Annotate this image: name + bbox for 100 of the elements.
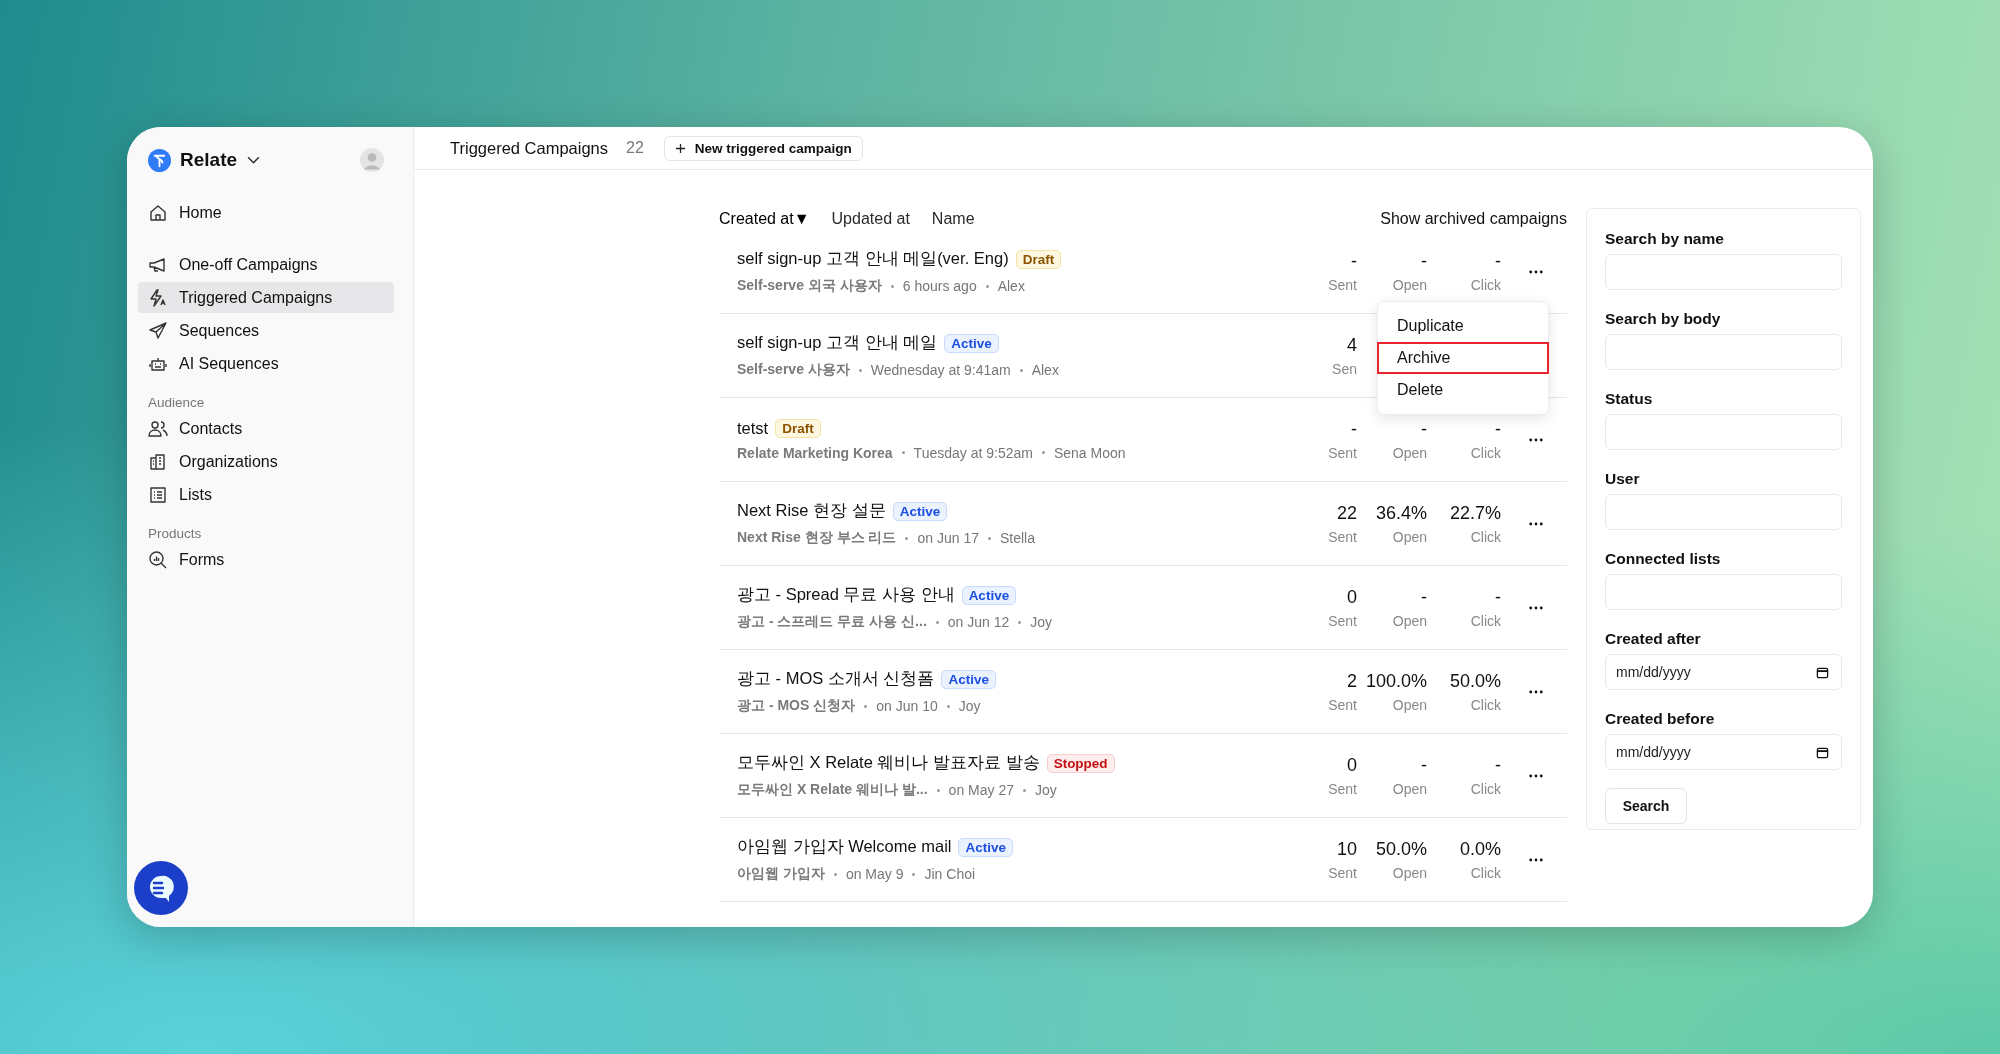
input-field[interactable] bbox=[1605, 254, 1842, 290]
campaign-author: Alex bbox=[1031, 362, 1059, 378]
field-label: User bbox=[1605, 470, 1641, 488]
separator-dot-icon bbox=[1019, 368, 1023, 372]
building-icon bbox=[148, 451, 168, 472]
sort-option[interactable]: Name bbox=[931, 210, 975, 228]
more-icon[interactable] bbox=[1529, 269, 1543, 274]
show-archived-link[interactable]: Show archived campaigns bbox=[1380, 210, 1567, 228]
lightning-icon bbox=[148, 287, 168, 308]
status-badge: Active bbox=[892, 501, 948, 521]
audience-name: Next Rise 현장 부스 리드 bbox=[737, 529, 897, 547]
field-label: Search by name bbox=[1605, 230, 1725, 248]
more-icon[interactable] bbox=[1529, 857, 1543, 862]
campaign-name[interactable]: 아임웹 가입자 Welcome mail bbox=[737, 836, 952, 858]
stat-label: Open bbox=[1392, 528, 1427, 545]
stat-value: - bbox=[1421, 586, 1427, 608]
menu-item[interactable]: Delete bbox=[1377, 374, 1549, 406]
stat-label: Sent bbox=[1328, 780, 1357, 797]
stat-value: - bbox=[1421, 754, 1427, 776]
input-field[interactable] bbox=[1605, 334, 1842, 370]
stat-label: Click bbox=[1470, 696, 1501, 713]
campaign-name[interactable]: Next Rise 현장 설문 bbox=[737, 500, 886, 522]
input-field[interactable] bbox=[1605, 414, 1842, 450]
campaign-author: Joy bbox=[958, 698, 981, 714]
menu-item[interactable]: Archive bbox=[1377, 342, 1549, 374]
sidebar-item[interactable]: Triggered Campaigns bbox=[138, 282, 394, 313]
more-icon[interactable] bbox=[1529, 437, 1543, 442]
stat-label: Open bbox=[1392, 444, 1427, 461]
sidebar-item[interactable]: Sequences bbox=[138, 315, 394, 346]
stat-label: Sent bbox=[1328, 696, 1357, 713]
audience-name: Self-serve 사용자 bbox=[737, 361, 850, 379]
sidebar-item[interactable]: Contacts bbox=[138, 413, 394, 444]
campaign-author: Jin Choi bbox=[924, 866, 976, 882]
stat-value: 22 bbox=[1336, 502, 1357, 524]
sort-option[interactable]: Created at▼ bbox=[719, 210, 810, 228]
sidebar-item[interactable]: AI Sequences bbox=[138, 348, 394, 379]
campaign-name[interactable]: self sign-up 고객 안내 메일 bbox=[737, 332, 938, 354]
input-field[interactable] bbox=[1605, 494, 1842, 530]
more-icon[interactable] bbox=[1529, 521, 1543, 526]
separator-dot-icon bbox=[988, 536, 991, 540]
stat-value: - bbox=[1495, 586, 1501, 608]
campaign-author: Joy bbox=[1034, 782, 1057, 798]
separator-dot-icon bbox=[912, 872, 916, 876]
stat-value: 0 bbox=[1347, 586, 1357, 608]
more-icon[interactable] bbox=[1529, 605, 1543, 610]
campaign-author: Alex bbox=[997, 278, 1025, 294]
campaign-name[interactable]: 모두싸인 X Relate 웨비나 발표자료 발송 bbox=[737, 752, 1040, 774]
sidebar-item[interactable]: One-off Campaigns bbox=[138, 249, 394, 280]
campaign-name[interactable]: self sign-up 고객 안내 메일(ver. Eng) bbox=[737, 248, 1009, 270]
campaign-author: Stella bbox=[1000, 530, 1035, 546]
field-label: Connected lists bbox=[1605, 550, 1722, 568]
audience-name: 광고 - 스프레드 무료 사용 신... bbox=[737, 613, 927, 631]
field-label: Status bbox=[1605, 390, 1654, 408]
field-label: Created after bbox=[1605, 630, 1702, 648]
sidebar-item[interactable]: Organizations bbox=[138, 446, 394, 477]
chat-bubble-button[interactable] bbox=[134, 861, 188, 915]
stat-value: - bbox=[1351, 250, 1357, 272]
campaign-name[interactable]: 광고 - MOS 소개서 신청폼 bbox=[737, 668, 935, 690]
new-campaign-button[interactable]: New triggered campaign bbox=[663, 135, 863, 161]
campaign-name[interactable]: 광고 - Spread 무료 사용 안내 bbox=[737, 584, 955, 606]
search-button[interactable]: Search bbox=[1605, 788, 1687, 824]
sort-option[interactable]: Updated at bbox=[831, 210, 910, 228]
campaign-date: on May 9 bbox=[845, 866, 904, 882]
stat-label: Open bbox=[1392, 696, 1427, 713]
campaign-date: on May 27 bbox=[948, 782, 1014, 798]
stat-label: Sent bbox=[1328, 864, 1357, 881]
menu-item[interactable]: Duplicate bbox=[1377, 310, 1549, 342]
input-field[interactable] bbox=[1605, 574, 1842, 610]
separator-dot-icon bbox=[833, 872, 837, 876]
stat-value: 50.0% bbox=[1375, 838, 1427, 860]
audience-name: Relate Marketing Korea bbox=[737, 444, 893, 461]
workspace-name[interactable]: Relate bbox=[180, 149, 238, 171]
chevron-down-icon[interactable] bbox=[247, 155, 261, 165]
stat-value: - bbox=[1495, 418, 1501, 440]
more-icon[interactable] bbox=[1529, 773, 1543, 778]
date-field[interactable]: mm/dd/yyyy bbox=[1605, 734, 1842, 770]
separator-dot-icon bbox=[946, 704, 950, 708]
stat-value: 100.0% bbox=[1365, 670, 1427, 692]
audience-name: Self-serve 외국 사용자 bbox=[737, 277, 882, 295]
sidebar-item[interactable]: Home bbox=[138, 197, 394, 228]
more-icon[interactable] bbox=[1529, 689, 1543, 694]
sidebar-item[interactable]: Forms bbox=[138, 544, 394, 575]
campaign-date: on Jun 10 bbox=[876, 698, 938, 714]
date-field[interactable]: mm/dd/yyyy bbox=[1605, 654, 1842, 690]
page-title: Triggered Campaigns bbox=[450, 138, 609, 158]
separator-dot-icon bbox=[901, 451, 905, 454]
separator-dot-icon bbox=[936, 788, 940, 792]
section-header: Audience bbox=[147, 394, 206, 412]
stat-value: 4 bbox=[1347, 334, 1357, 356]
calendar-icon bbox=[1816, 665, 1829, 679]
magnifier-icon bbox=[148, 549, 168, 570]
audience-name: 광고 - MOS 신청자 bbox=[737, 697, 856, 715]
logo-icon bbox=[148, 148, 171, 172]
field-label: Search by body bbox=[1605, 310, 1722, 328]
stat-value: - bbox=[1351, 418, 1357, 440]
sidebar-item[interactable]: Lists bbox=[138, 479, 394, 510]
calendar-icon bbox=[1816, 745, 1829, 759]
status-badge: Active bbox=[961, 585, 1017, 605]
campaign-name[interactable]: tetst bbox=[737, 418, 769, 438]
stat-value: 22.7% bbox=[1449, 502, 1501, 524]
